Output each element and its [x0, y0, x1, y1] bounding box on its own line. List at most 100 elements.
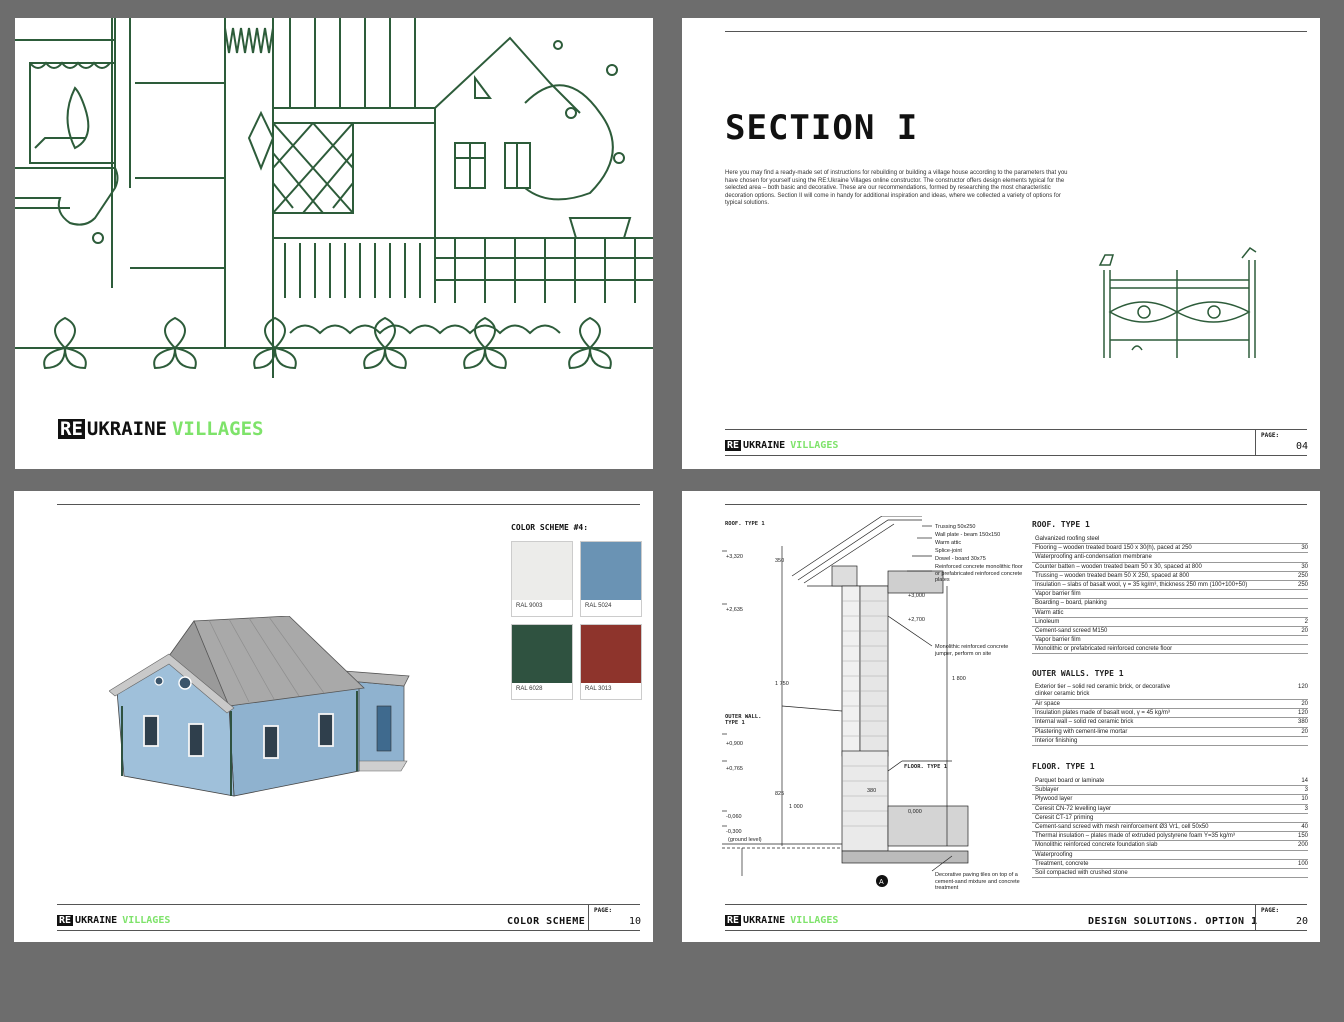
footer-rule-top	[725, 904, 1307, 905]
table-row: Counter batten – wooden treated beam 50 …	[1032, 563, 1308, 572]
elevation-8: -0,300	[726, 829, 742, 835]
color-scheme-title: COLOR SCHEME #4:	[511, 523, 589, 532]
table-row: Ceresit CT-17 priming	[1032, 814, 1308, 823]
table-row: Plywood layer 10	[1032, 795, 1308, 805]
logo-re: RE	[57, 915, 74, 926]
swatch-ral-6028[interactable]: RAL 6028	[511, 624, 573, 700]
house-3d-render	[109, 616, 410, 797]
table-row: Thermal insulation – plates made of extr…	[1032, 832, 1308, 842]
page-label: PAGE:	[1261, 907, 1280, 914]
callout-trussing: Trussing 50x250	[935, 524, 976, 530]
swatch-label: RAL 9003	[516, 603, 543, 609]
page-number: 04	[1295, 441, 1308, 452]
table-row: Vapor barrier film	[1032, 590, 1308, 600]
footer-rule-bottom	[725, 455, 1307, 456]
logo-villages: VILLAGES	[122, 915, 171, 926]
logo-re: RE	[58, 417, 85, 440]
swatch-ral-5024[interactable]: RAL 5024	[580, 541, 642, 617]
swatch-ral-3013[interactable]: RAL 3013	[580, 624, 642, 700]
walls-spec-table: OUTER WALLS. TYPE 1 Exterior tier – soli…	[1032, 669, 1308, 746]
elevation-3: +3,000	[908, 593, 925, 599]
callout-paving: Decorative paving tiles on top of a ceme…	[935, 872, 1020, 891]
swatch-ral-9003[interactable]: RAL 9003	[511, 541, 573, 617]
table-row: Monolithic or prefabricated reinforced c…	[1032, 645, 1308, 655]
footer-section-title: COLOR SCHEME	[507, 916, 586, 927]
page-number-box: PAGE: 20	[1255, 904, 1308, 930]
roof-spec-table: ROOF. TYPE 1 Galvanized roofing steel Fl…	[1032, 520, 1308, 655]
elevation-6: +0,765	[726, 766, 743, 772]
walls-spec-title: OUTER WALLS. TYPE 1	[1032, 669, 1124, 678]
table-row: Vapor barrier film	[1032, 636, 1308, 646]
elevation-4: +2,700	[908, 617, 925, 623]
brand-logo[interactable]: RE UKRAINE VILLAGES	[58, 418, 263, 440]
table-row: Interior finishing	[1032, 737, 1308, 746]
elevation-9: 0,000	[908, 809, 922, 815]
footer-rule-top	[725, 429, 1307, 430]
drawing-label-floor: FLOOR. TYPE 1	[904, 764, 948, 770]
table-row: Air space 20	[1032, 700, 1308, 710]
floor-spec-table: FLOOR. TYPE 1 Parquet board or laminate 1…	[1032, 762, 1308, 879]
drawing-label-outer-wall: OUTER WALL. TYPE 1	[725, 714, 762, 726]
logo-ukraine: UKRAINE	[75, 915, 118, 926]
elevation-7: -0,060	[726, 814, 742, 820]
page-number: 20	[1295, 916, 1308, 927]
table-row: Treatment, concrete 100	[1032, 860, 1308, 869]
swatch-color	[512, 542, 572, 600]
table-row: Internal wall – solid red ceramic brick 3…	[1032, 718, 1308, 728]
drawing-label-roof: ROOF. TYPE 1	[725, 521, 765, 527]
top-rule	[725, 31, 1307, 32]
table-row: Plastering with cement-lime mortar 20	[1032, 728, 1308, 737]
fence-illustration	[1098, 246, 1257, 358]
dimension-350: 350	[775, 558, 785, 564]
section-intro: Here you may find a ready-made set of in…	[725, 170, 1068, 206]
footer-rule-bottom	[57, 930, 640, 931]
table-row: Insulation – slabs of basalt wool, γ = 3…	[1032, 581, 1308, 591]
callout-jumper: Monolithic reinforced concrete jumper, p…	[935, 644, 1009, 657]
elevation-5: +0,900	[726, 741, 743, 747]
table-row: Waterproofing	[1032, 851, 1308, 860]
logo-villages: VILLAGES	[790, 440, 839, 451]
ground-level-label: (ground level)	[728, 837, 762, 843]
dimension-825: 825	[775, 791, 785, 797]
table-row: Sublayer 3	[1032, 786, 1308, 796]
callout-wall-plate: Wall plate - beam 150x150	[935, 532, 1001, 538]
top-rule	[57, 504, 640, 505]
village-illustration	[15, 18, 653, 378]
callout-dowel: Dowel - board 30x75	[935, 556, 986, 562]
top-rule	[725, 504, 1307, 505]
table-row: Flooring – wooden treated board 150 x 30…	[1032, 544, 1308, 554]
footer-logo[interactable]: RE UKRAINE VILLAGES	[57, 915, 170, 926]
footer-rule-bottom	[725, 930, 1307, 931]
callout-splice-joint: Splice-joint	[935, 548, 962, 554]
table-row: Soil compacted with crushed stone	[1032, 869, 1308, 879]
swatch-label: RAL 6028	[516, 686, 543, 692]
table-row: Warm attic	[1032, 609, 1308, 618]
table-row: Insulation plates made of basalt wool, γ…	[1032, 709, 1308, 719]
footer-logo[interactable]: RE UKRAINE VILLAGES	[725, 915, 838, 926]
table-row: Linoleum 2	[1032, 618, 1308, 627]
page-design-solutions: A ROOF. TYPE 1 OUTER WALL. TYPE 1 FLOOR.…	[682, 491, 1320, 942]
table-row: Cement-sand screed with mesh reinforceme…	[1032, 823, 1308, 833]
roof-spec-title: ROOF. TYPE 1	[1032, 520, 1090, 529]
logo-villages: VILLAGES	[790, 915, 839, 926]
page-number-box: PAGE: 04	[1255, 429, 1308, 455]
table-row: Monolithic reinforced concrete foundatio…	[1032, 841, 1308, 851]
footer-rule-top	[57, 904, 640, 905]
page-label: PAGE:	[1261, 432, 1280, 439]
floor-spec-title: FLOOR. TYPE 1	[1032, 762, 1095, 771]
swatch-label: RAL 3013	[585, 686, 612, 692]
swatch-color	[512, 625, 572, 683]
table-row: Ceresit CN-72 levelling layer 3	[1032, 805, 1308, 814]
footer-logo[interactable]: RE UKRAINE VILLAGES	[725, 440, 838, 451]
logo-villages: VILLAGES	[171, 418, 264, 440]
callout-rc-floor: Reinforced concrete monolithic floor or …	[935, 564, 1023, 583]
page-label: PAGE:	[594, 907, 613, 914]
swatch-label: RAL 5024	[585, 603, 612, 609]
section-marker: A	[879, 879, 884, 886]
page-section-one: SECTION I Here you may find a ready-made…	[682, 18, 1320, 469]
elevation-2: +2,635	[726, 607, 743, 613]
table-row: Boarding – board, planking	[1032, 599, 1308, 609]
table-row: Parquet board or laminate 14	[1032, 777, 1308, 787]
page-number: 10	[628, 916, 641, 927]
page-cover: RE UKRAINE VILLAGES	[15, 18, 653, 469]
